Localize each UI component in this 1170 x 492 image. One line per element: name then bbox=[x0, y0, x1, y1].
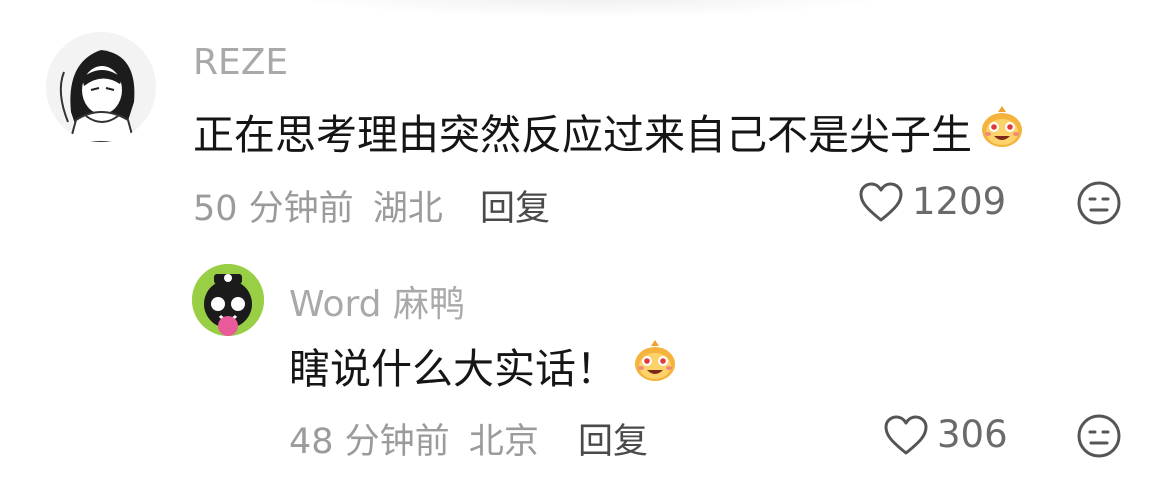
username[interactable]: Word 麻鸭 bbox=[289, 275, 465, 327]
like-count: 306 bbox=[937, 413, 1008, 456]
comment-text: 正在思考理由突然反应过来自己不是尖子生 bbox=[193, 106, 1026, 159]
anime-avatar-icon bbox=[46, 32, 156, 142]
comment-time: 48 分钟前 bbox=[289, 422, 450, 462]
heart-icon bbox=[883, 414, 929, 456]
comment-time: 50 分钟前 bbox=[193, 189, 354, 229]
comment-text: 瞎说什么大实话！ bbox=[289, 340, 679, 393]
comment-body: 正在思考理由突然反应过来自己不是尖子生 bbox=[193, 111, 972, 159]
neutral-face-icon bbox=[1077, 414, 1121, 458]
grinning-dough-emoji-icon bbox=[631, 336, 679, 394]
reaction-button[interactable] bbox=[1076, 180, 1122, 230]
comment-location: 湖北 bbox=[372, 189, 443, 229]
like-button[interactable]: 306 bbox=[883, 413, 1008, 456]
top-fade-shadow bbox=[280, 0, 900, 18]
comment-location: 北京 bbox=[468, 422, 539, 462]
avatar[interactable] bbox=[46, 32, 156, 142]
grinning-dough-emoji-icon bbox=[978, 102, 1026, 160]
neutral-face-icon bbox=[1077, 181, 1121, 225]
avatar[interactable] bbox=[192, 264, 264, 336]
panda-avatar-icon bbox=[192, 264, 264, 336]
heart-icon bbox=[858, 181, 904, 223]
reply-button[interactable]: 回复 bbox=[578, 413, 648, 464]
reaction-button[interactable] bbox=[1076, 413, 1122, 463]
like-button[interactable]: 1209 bbox=[858, 180, 1006, 223]
comment-meta: 48 分钟前 北京 bbox=[289, 413, 539, 464]
comment-thread: REZE 正在思考理由突然反应过来自己不是尖子生 50 分钟前 湖北 回复 12… bbox=[0, 0, 1170, 492]
comment-meta: 50 分钟前 湖北 bbox=[193, 180, 443, 231]
reply-button[interactable]: 回复 bbox=[480, 180, 550, 231]
like-count: 1209 bbox=[912, 180, 1007, 223]
username[interactable]: REZE bbox=[193, 42, 288, 83]
comment-body: 瞎说什么大实话！ bbox=[289, 345, 617, 393]
